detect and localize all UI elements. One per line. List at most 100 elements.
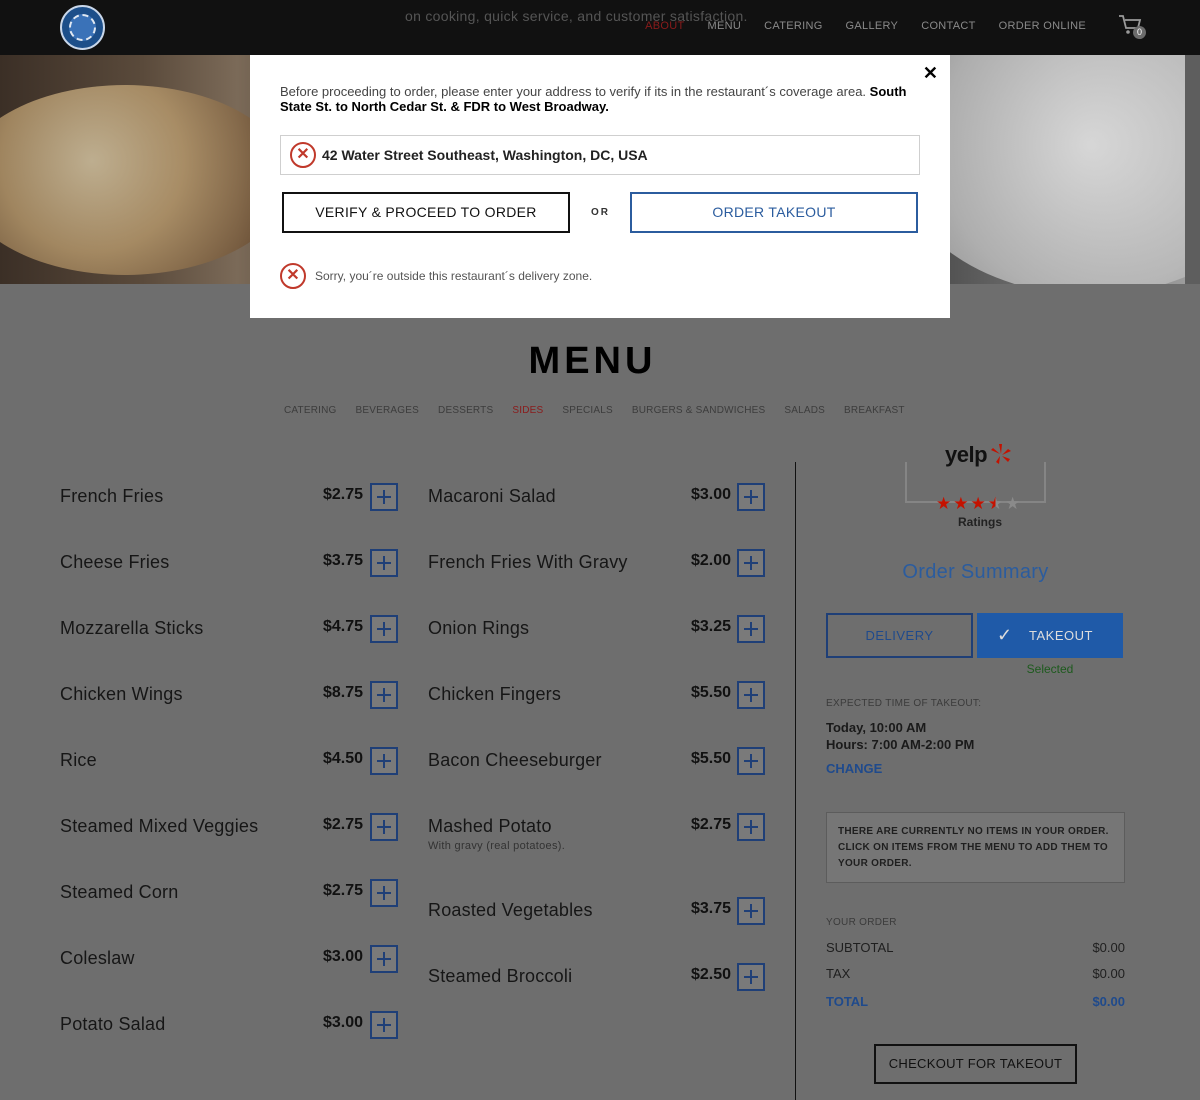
add-to-order-icon[interactable]	[737, 615, 765, 643]
logo-emblem	[69, 14, 96, 41]
nav-contact[interactable]: CONTACT	[921, 20, 975, 32]
item-name: French Fries With Gravy	[428, 552, 628, 572]
or-separator: OR	[591, 207, 610, 218]
add-to-order-icon[interactable]	[370, 945, 398, 973]
tab-specials[interactable]: SPECIALS	[562, 405, 613, 416]
menu-column-right: Macaroni Salad $3.00 French Fries With Gr…	[428, 462, 768, 1008]
add-to-order-icon[interactable]	[737, 813, 765, 841]
address-input[interactable]: ✕ 42 Water Street Southeast, Washington,…	[280, 135, 920, 175]
item-name: Cheese Fries	[60, 552, 170, 572]
item-price: $4.50	[322, 750, 363, 767]
menu-item[interactable]: Steamed Mixed Veggies $2.75	[60, 792, 400, 858]
menu-item[interactable]: French Fries $2.75	[60, 462, 400, 528]
add-to-order-icon[interactable]	[370, 483, 398, 511]
takeout-option-button[interactable]: ✓ TAKEOUT	[977, 613, 1123, 658]
cart-count-badge: 0	[1133, 26, 1146, 39]
yelp-rating-stars: ★ ★ ★ ★ ★	[936, 495, 1020, 512]
item-description: With gravy (real potatoes).	[428, 840, 566, 852]
page-scrollbar[interactable]	[1185, 55, 1200, 284]
item-price: $8.75	[322, 684, 363, 701]
change-time-link[interactable]: CHANGE	[826, 761, 882, 776]
tab-desserts[interactable]: DESSERTS	[438, 405, 493, 416]
add-to-order-icon[interactable]	[370, 879, 398, 907]
tab-salads[interactable]: SALADS	[784, 405, 825, 416]
add-to-order-icon[interactable]	[370, 615, 398, 643]
modal-instructions: Before proceeding to order, please enter…	[280, 84, 867, 99]
add-to-order-icon[interactable]	[370, 747, 398, 775]
menu-item[interactable]: Rice $4.50	[60, 726, 400, 792]
item-price: $3.75	[690, 900, 731, 917]
nav-about[interactable]: ABOUT	[645, 20, 684, 32]
item-name: French Fries	[60, 486, 164, 506]
add-to-order-icon[interactable]	[737, 549, 765, 577]
add-to-order-icon[interactable]	[737, 897, 765, 925]
expected-time-label: EXPECTED TIME OF TAKEOUT:	[826, 698, 982, 709]
clear-address-icon[interactable]: ✕	[290, 142, 316, 168]
cart-button[interactable]: 0	[1118, 14, 1148, 40]
add-to-order-icon[interactable]	[737, 681, 765, 709]
takeout-option-label: TAKEOUT	[1029, 628, 1093, 643]
delivery-option-button[interactable]: DELIVERY	[826, 613, 973, 658]
restaurant-logo[interactable]	[60, 5, 105, 50]
menu-item[interactable]: Mozzarella Sticks $4.75	[60, 594, 400, 660]
item-name: Macaroni Salad	[428, 486, 556, 506]
category-tabs: CATERING BEVERAGES DESSERTS SIDES SPECIA…	[284, 405, 905, 416]
item-name: Onion Rings	[428, 618, 530, 638]
item-price: $5.50	[690, 750, 731, 767]
close-icon[interactable]: ✕	[923, 63, 938, 84]
nav-menu[interactable]: MENU	[708, 20, 742, 32]
menu-item[interactable]: French Fries With Gravy $2.00	[428, 528, 768, 594]
item-name: Mashed Potato	[428, 816, 552, 836]
order-summary-title: Order Summary	[902, 561, 1049, 583]
item-name: Potato Salad	[60, 1014, 166, 1034]
store-hours: Hours: 7:00 AM-2:00 PM	[826, 737, 975, 752]
menu-item[interactable]: Coleslaw $3.00	[60, 924, 400, 990]
menu-item[interactable]: Macaroni Salad $3.00	[428, 462, 768, 528]
menu-item[interactable]: Steamed Broccoli $2.50	[428, 942, 768, 1008]
add-to-order-icon[interactable]	[737, 963, 765, 991]
verify-proceed-button[interactable]: VERIFY & PROCEED TO ORDER	[282, 192, 570, 233]
tab-catering[interactable]: CATERING	[284, 405, 337, 416]
nav-gallery[interactable]: GALLERY	[846, 20, 899, 32]
hero-bread-shape	[0, 85, 290, 275]
tab-burgers-sandwiches[interactable]: BURGERS & SANDWICHES	[632, 405, 765, 416]
tab-breakfast[interactable]: BREAKFAST	[844, 405, 905, 416]
tab-beverages[interactable]: BEVERAGES	[356, 405, 420, 416]
menu-item[interactable]: Chicken Wings $8.75	[60, 660, 400, 726]
checkout-takeout-button[interactable]: CHECKOUT FOR TAKEOUT	[874, 1044, 1077, 1084]
item-price: $3.75	[322, 552, 363, 569]
tax-row: TAX $0.00	[826, 966, 1125, 981]
star-icon: ★	[936, 494, 952, 513]
main-nav: ABOUT MENU CATERING GALLERY CONTACT ORDE…	[645, 20, 1086, 32]
add-to-order-icon[interactable]	[370, 813, 398, 841]
tab-sides[interactable]: SIDES	[512, 405, 543, 416]
add-to-order-icon[interactable]	[737, 483, 765, 511]
total-value: $0.00	[1092, 994, 1125, 1009]
nav-catering[interactable]: CATERING	[764, 20, 822, 32]
tax-value: $0.00	[1092, 966, 1125, 981]
item-name: Rice	[60, 750, 97, 770]
add-to-order-icon[interactable]	[370, 681, 398, 709]
menu-item[interactable]: Potato Salad $3.00	[60, 990, 400, 1056]
yelp-logo[interactable]: yelp	[945, 442, 988, 468]
subtotal-label: SUBTOTAL	[826, 940, 894, 955]
menu-item[interactable]: Chicken Fingers $5.50	[428, 660, 768, 726]
nav-order-online[interactable]: ORDER ONLINE	[999, 20, 1086, 32]
add-to-order-icon[interactable]	[370, 1011, 398, 1039]
item-name: Bacon Cheeseburger	[428, 750, 602, 770]
error-icon: ✕	[280, 263, 306, 289]
menu-item[interactable]: Onion Rings $3.25	[428, 594, 768, 660]
total-label: TOTAL	[826, 994, 869, 1009]
address-value: 42 Water Street Southeast, Washington, D…	[322, 147, 648, 163]
menu-item[interactable]: Mashed Potato With gravy (real potatoes).…	[428, 792, 768, 876]
menu-item[interactable]: Bacon Cheeseburger $5.50	[428, 726, 768, 792]
error-message: Sorry, you´re outside this restaurant´s …	[315, 269, 593, 283]
menu-item[interactable]: Cheese Fries $3.75	[60, 528, 400, 594]
menu-item[interactable]: Steamed Corn $2.75	[60, 858, 400, 924]
menu-title: MENU	[528, 340, 657, 382]
add-to-order-icon[interactable]	[737, 747, 765, 775]
add-to-order-icon[interactable]	[370, 549, 398, 577]
order-takeout-button[interactable]: ORDER TAKEOUT	[630, 192, 918, 233]
item-name: Steamed Mixed Veggies	[60, 816, 259, 836]
menu-item[interactable]: Roasted Vegetables $3.75	[428, 876, 768, 942]
